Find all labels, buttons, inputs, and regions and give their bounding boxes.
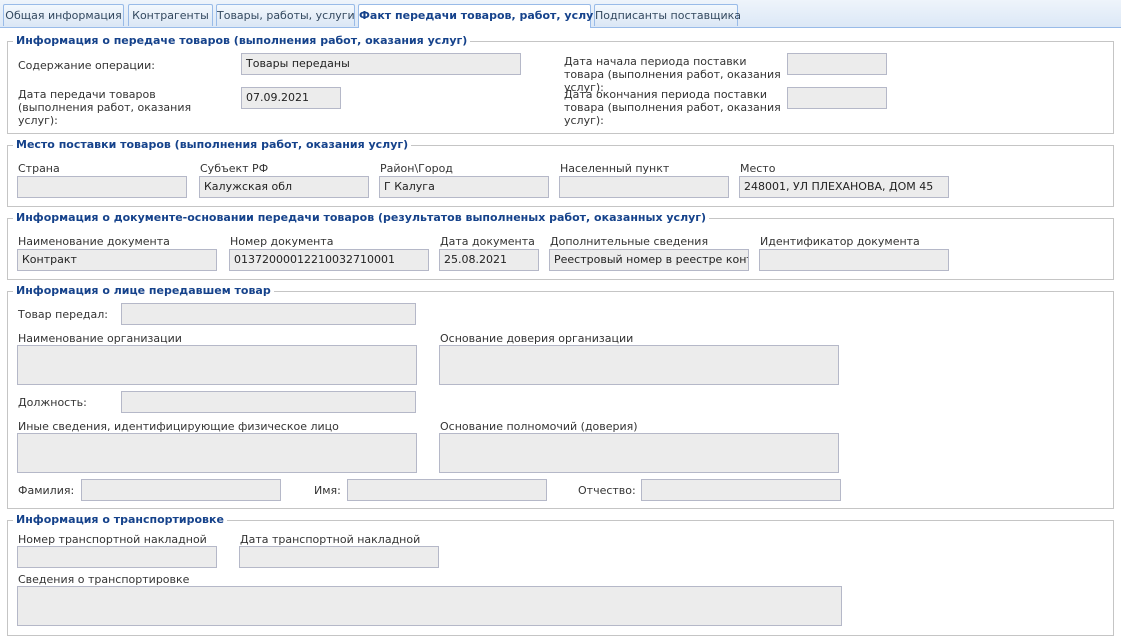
tab-general-info[interactable]: Общая информация — [3, 4, 124, 26]
doc-number-field[interactable]: 0137200001221003271000​1 — [229, 249, 429, 271]
doc-date-label: Дата документа — [440, 235, 535, 248]
country-field[interactable] — [17, 176, 187, 198]
patronymic-field[interactable] — [641, 479, 841, 501]
period-end-field[interactable] — [787, 87, 887, 109]
waybill-number-field[interactable] — [17, 546, 217, 568]
operation-field[interactable]: Товары переданы — [241, 53, 521, 75]
transport-legend: Информация о транспортировке — [13, 513, 227, 527]
locality-field[interactable] — [559, 176, 729, 198]
doc-extra-label: Дополнительные сведения — [550, 235, 709, 248]
tab-goods-works-services[interactable]: Товары, работы, услуги — [216, 4, 355, 26]
transferred-by-label: Товар передал: — [18, 308, 108, 321]
transfer-date-field[interactable]: 07.09.2021 — [241, 87, 341, 109]
authority-field[interactable] — [439, 433, 839, 473]
period-end-label: Дата окончания периода поставки товара (… — [564, 88, 781, 127]
first-name-label: Имя: — [314, 484, 341, 497]
doc-date-field[interactable]: 25.08.2021 — [439, 249, 539, 271]
authority-label: Основание полномочий (доверия) — [440, 420, 638, 433]
first-name-field[interactable] — [347, 479, 547, 501]
tab-counterparties[interactable]: Контрагенты — [128, 4, 213, 26]
period-start-field[interactable] — [787, 53, 887, 75]
waybill-date-field[interactable] — [239, 546, 439, 568]
locality-label: Населенный пункт — [560, 162, 670, 175]
waybill-number-label: Номер транспортной накладной — [18, 533, 207, 546]
transport-info-field[interactable] — [17, 586, 842, 626]
doc-id-field[interactable] — [759, 249, 949, 271]
tab-bar: Общая информация Контрагенты Товары, раб… — [0, 0, 1121, 28]
region-field[interactable]: Калужская обл — [199, 176, 369, 198]
waybill-date-label: Дата транспортной накладной — [240, 533, 421, 546]
district-label: Район\Город — [380, 162, 453, 175]
place-field[interactable]: 248001, УЛ ПЛЕХАНОВА, ДОМ 45 — [739, 176, 949, 198]
position-field[interactable] — [121, 391, 416, 413]
doc-name-label: Наименование документа — [18, 235, 170, 248]
doc-number-label: Номер документа — [230, 235, 334, 248]
org-trust-label: Основание доверия организации — [440, 332, 634, 345]
org-name-label: Наименование организации — [18, 332, 182, 345]
delivery-place-legend: Место поставки товаров (выполнения работ… — [13, 138, 412, 152]
tab-supplier-signers[interactable]: Подписанты поставщика — [594, 4, 741, 26]
region-label: Субъект РФ — [200, 162, 269, 175]
country-label: Страна — [18, 162, 60, 175]
position-label: Должность: — [18, 396, 87, 409]
transferred-by-field[interactable] — [121, 303, 416, 325]
doc-id-label: Идентификатор документа — [760, 235, 920, 248]
other-info-field[interactable] — [17, 433, 417, 473]
transfer-info-legend: Информация о передаче товаров (выполнени… — [13, 34, 471, 48]
patronymic-label: Отчество: — [578, 484, 636, 497]
doc-name-field[interactable]: Контракт — [17, 249, 217, 271]
operation-label: Содержание операции: — [18, 59, 155, 72]
tab-transfer-fact[interactable]: Факт передачи товаров, работ, услуг — [358, 4, 599, 28]
last-name-field[interactable] — [81, 479, 281, 501]
district-field[interactable]: Г Калуга — [379, 176, 549, 198]
last-name-label: Фамилия: — [18, 484, 75, 497]
org-name-field[interactable] — [17, 345, 417, 385]
place-label: Место — [740, 162, 776, 175]
org-trust-field[interactable] — [439, 345, 839, 385]
other-info-label: Иные сведения, идентифицирующие физическ… — [18, 420, 339, 433]
transfer-date-label: Дата передачи товаров (выполнения работ,… — [18, 88, 192, 127]
basis-doc-legend: Информация о документе-основании передач… — [13, 211, 710, 225]
transport-info-label: Сведения о транспортировке — [18, 573, 190, 586]
doc-extra-field[interactable]: Реестровый номер в реестре контр — [549, 249, 749, 271]
transferor-legend: Информация о лице передавшем товар — [13, 284, 274, 298]
